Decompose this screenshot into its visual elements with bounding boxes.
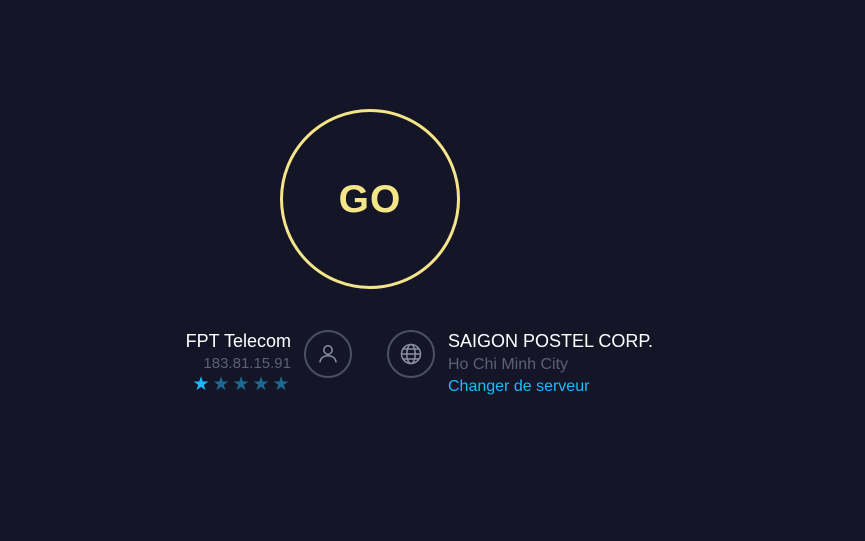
star-icon[interactable]: ★ [251, 374, 271, 396]
star-icon[interactable]: ★ [211, 374, 231, 396]
isp-info: FPT Telecom 183.81.15.91 ★ ★ ★ ★ ★ [186, 330, 291, 396]
star-icon[interactable]: ★ [271, 374, 291, 396]
server-name: SAIGON POSTEL CORP. [448, 331, 654, 351]
speedtest-page: GO FPT Telecom 183.81.15.91 ★ ★ ★ ★ ★ SAIGON… [0, 0, 865, 541]
star-icon[interactable]: ★ [231, 374, 251, 396]
globe-icon [387, 330, 435, 378]
server-info: SAIGON POSTEL CORP. Ho Chi Minh City Cha… [448, 330, 668, 397]
star-icon[interactable]: ★ [191, 374, 211, 396]
isp-name: FPT Telecom [185, 331, 291, 351]
isp-rating[interactable]: ★ ★ ★ ★ ★ [186, 374, 291, 396]
change-server-link[interactable]: Changer de serveur [448, 377, 589, 397]
server-city: Ho Chi Minh City [448, 356, 569, 373]
isp-ip-address: 183.81.15.91 [203, 355, 291, 372]
go-button[interactable]: GO [280, 109, 460, 289]
go-label: GO [338, 178, 402, 221]
user-icon [304, 330, 352, 378]
